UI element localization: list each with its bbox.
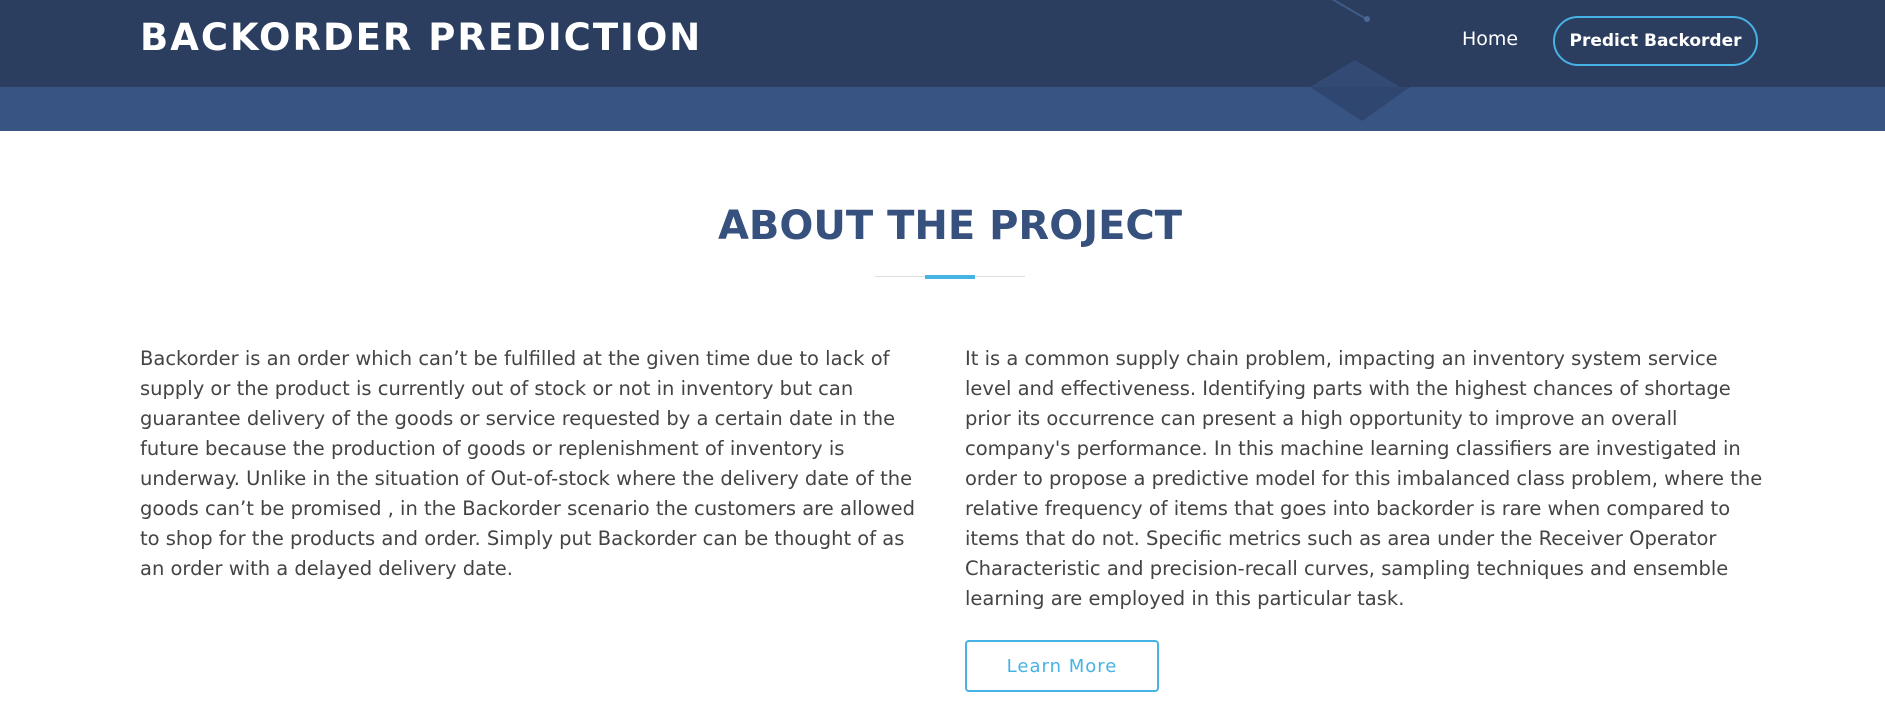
nav-home-link[interactable]: Home: [1462, 28, 1518, 50]
about-paragraph-right: It is a common supply chain problem, imp…: [965, 347, 1763, 610]
site-logo[interactable]: BACKORDER PREDICTION: [140, 17, 702, 59]
about-paragraph-left: Backorder is an order which can’t be ful…: [140, 347, 915, 580]
title-accent-bar: [925, 275, 975, 279]
site-header: BACKORDER PREDICTION Home Predict Backor…: [0, 0, 1885, 87]
header-band: [0, 87, 1885, 131]
learn-more-button[interactable]: Learn More: [965, 640, 1159, 692]
predict-backorder-button[interactable]: Predict Backorder: [1553, 16, 1758, 66]
band-decoration: [1310, 87, 1410, 121]
section-title: ABOUT THE PROJECT: [717, 203, 1183, 249]
